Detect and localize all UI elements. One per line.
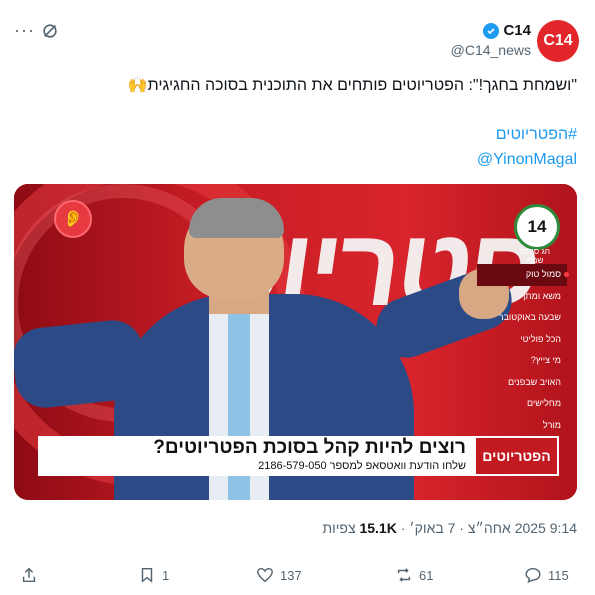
menu-item: שבעה באוקטובר xyxy=(498,312,561,322)
share-button[interactable] xyxy=(20,566,38,584)
channel-logo: 14 xyxy=(514,204,560,250)
bookmark-button[interactable]: 1 xyxy=(138,566,169,584)
ear-icon: 👂 xyxy=(54,200,92,238)
tweet-text: "ושמחת בחגך!": הפטריוטים פותחים את התוכנ… xyxy=(127,77,577,94)
menu-item: הכל פוליטי xyxy=(520,333,561,344)
avatar[interactable]: C14 xyxy=(537,20,579,62)
grok-icon[interactable] xyxy=(41,22,59,40)
menu-item: מחלישים xyxy=(526,398,561,408)
lower-third-title: רוצים להיות קהל בסוכת הפטריוטים? xyxy=(153,437,466,458)
tweet-meta: 9:14 2025 אחה״צ · 7 באוק׳ · 15.1K צפיות xyxy=(322,520,577,536)
user-handle[interactable]: @C14_news xyxy=(451,42,531,58)
display-name-text: C14 xyxy=(503,22,531,39)
tweet-timestamp[interactable]: 9:14 2025 אחה״צ · 7 באוק׳ xyxy=(409,520,577,536)
tweet-media-image[interactable]: פטריוט 👂 14 חג סוכות שמח סמול טוק משא ומ… xyxy=(14,184,577,500)
reply-button[interactable]: 115 xyxy=(524,566,569,584)
action-bar: 1 137 61 115 xyxy=(0,566,595,590)
display-name[interactable]: C14 xyxy=(483,22,531,39)
show-logo: הפטריוטים xyxy=(474,436,559,476)
program-menu: סמול טוק משא ומתן שבעה באוקטובר הכל פולי… xyxy=(477,264,569,436)
channel-subtitle: חג סוכות שמח xyxy=(520,247,550,265)
share-icon xyxy=(22,567,36,583)
presenter-hair xyxy=(189,198,284,238)
like-count: 137 xyxy=(280,567,302,583)
menu-item: משא ומתן xyxy=(523,290,561,301)
menu-item: סמול טוק xyxy=(477,264,569,286)
menu-item: מי צייץ? xyxy=(530,355,561,365)
lower-third-subtitle: שלחו הודעת וואטסאפ למספר 2186-579-050 xyxy=(258,460,466,472)
mention-link[interactable]: @YinonMagal xyxy=(477,151,577,169)
views-label: צפיות xyxy=(322,520,356,536)
more-options-icon[interactable]: ··· xyxy=(14,20,35,41)
menu-item: האויב שבפנים xyxy=(508,376,561,387)
menu-item: מורל xyxy=(542,419,561,430)
like-button[interactable]: 137 xyxy=(256,566,302,584)
views-count: 15.1K xyxy=(359,520,397,536)
verified-badge-icon xyxy=(483,22,500,39)
hashtag-link[interactable]: #הפטריוטים xyxy=(496,126,577,144)
retweet-button[interactable]: 61 xyxy=(395,566,433,584)
retweet-icon xyxy=(397,568,411,582)
retweet-count: 61 xyxy=(419,567,434,583)
reply-count: 115 xyxy=(548,567,569,583)
bookmark-count: 1 xyxy=(162,567,170,583)
reply-icon xyxy=(525,567,541,583)
bookmark-icon xyxy=(141,567,153,583)
heart-icon xyxy=(257,567,273,583)
